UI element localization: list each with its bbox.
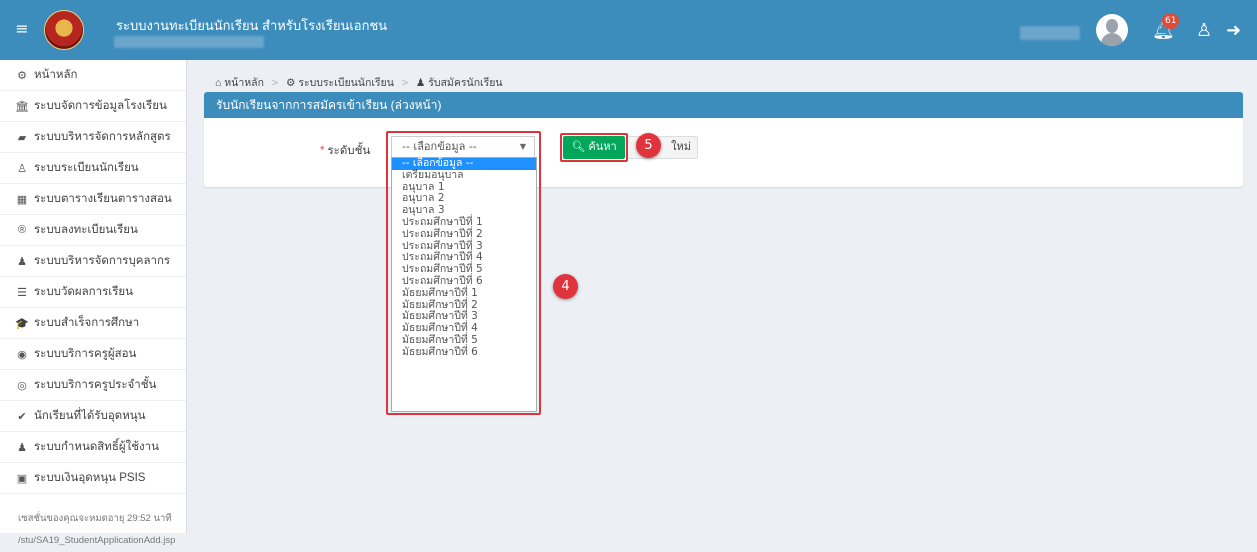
dropdown-option[interactable]: มัธยมศึกษาปีที่ 6 bbox=[392, 346, 536, 359]
breadcrumb-home[interactable]: หน้าหลัก bbox=[224, 77, 264, 89]
hamburger-icon[interactable]: ≡ bbox=[12, 18, 32, 40]
home-icon: ⌂ bbox=[215, 77, 225, 89]
top-header: ≡ ระบบงานทะเบียนนักเรียน สำหรับโรงเรียนเ… bbox=[0, 0, 1257, 60]
form-panel: รับนักเรียนจากการสมัครเข้าเรียน (ล่วงหน้… bbox=[204, 92, 1243, 187]
panel-title: รับนักเรียนจากการสมัครเข้าเรียน (ล่วงหน้… bbox=[204, 92, 1243, 118]
select-value: -- เลือกข้อมูล -- bbox=[402, 140, 477, 153]
avatar[interactable] bbox=[1096, 14, 1128, 46]
dropdown-option[interactable]: เตรียมอนุบาล bbox=[392, 169, 536, 182]
sidebar-item[interactable]: ☰ ระบบวัดผลการเรียน bbox=[0, 277, 186, 308]
sidebar-item-label: ระบบบริหารจัดการหลักสูตร bbox=[34, 131, 171, 143]
sidebar-item-label: ระบบวัดผลการเรียน bbox=[34, 286, 133, 298]
breadcrumb-section[interactable]: ระบบระเบียนนักเรียน bbox=[298, 77, 394, 89]
search-icon: 🔍︎ bbox=[571, 141, 589, 153]
user-icon[interactable]: ♙ bbox=[1196, 20, 1212, 41]
sidebar-item[interactable]: 🏛 ระบบจัดการข้อมูลโรงเรียน bbox=[0, 91, 186, 122]
sidebar-item-icon: ♟ bbox=[17, 255, 27, 268]
sidebar-item[interactable]: ▣ ระบบเงินอุดหนุน PSIS bbox=[0, 463, 186, 494]
sidebar-item-icon: ♟ bbox=[17, 441, 27, 454]
sidebar-item-label: ระบบจัดการข้อมูลโรงเรียน bbox=[34, 100, 167, 112]
sidebar-item-label: ระบบตารางเรียนตารางสอน bbox=[34, 193, 172, 205]
callout-step-4: 4 bbox=[553, 274, 578, 299]
dropdown-option[interactable]: ประถมศึกษาปีที่ 1 bbox=[392, 216, 536, 229]
sidebar-item-icon: ® bbox=[17, 224, 27, 236]
sidebar-item-label: ระบบเงินอุดหนุน PSIS bbox=[34, 472, 146, 484]
sidebar-item-label: ระบบลงทะเบียนเรียน bbox=[34, 224, 138, 236]
gears-icon: ⚙ bbox=[285, 77, 299, 89]
sidebar-item[interactable]: ✔ นักเรียนที่ได้รับอุดหนุน bbox=[0, 401, 186, 432]
breadcrumb-current: รับสมัครนักเรียน bbox=[428, 77, 503, 89]
sidebar-item-label: ระบบบริการครูประจำชั้น bbox=[34, 379, 157, 391]
sidebar-item-label: ระบบบริหารจัดการบุคลากร bbox=[34, 255, 171, 267]
sidebar: ⚙ หน้าหลัก 🏛 ระบบจัดการข้อมูลโรงเรียน ▰ ระบบบ… bbox=[0, 60, 187, 546]
app-title: ระบบงานทะเบียนนักเรียน สำหรับโรงเรียนเอก… bbox=[116, 18, 388, 33]
sidebar-item-icon: ☰ bbox=[17, 286, 27, 299]
sidebar-item-label: ระบบกำหนดสิทธิ์ผู้ใช้งาน bbox=[34, 441, 159, 453]
sidebar-item-icon: 🎓 bbox=[15, 317, 29, 330]
dropdown-option[interactable]: มัธยมศึกษาปีที่ 1 bbox=[392, 287, 536, 300]
sidebar-item-icon: ◉ bbox=[17, 348, 27, 361]
sidebar-item[interactable]: ♟ ระบบกำหนดสิทธิ์ผู้ใช้งาน bbox=[0, 432, 186, 463]
page-path: /stu/SA19_StudentApplicationAdd.jsp bbox=[18, 535, 176, 546]
sidebar-item-label: ระบบสำเร็จการศึกษา bbox=[34, 317, 140, 329]
sidebar-item[interactable]: ▰ ระบบบริหารจัดการหลักสูตร bbox=[0, 122, 186, 153]
level-label: * ระดับชั้น bbox=[320, 145, 371, 157]
school-name-redacted bbox=[114, 36, 264, 48]
sidebar-item[interactable]: ♟ ระบบบริหารจัดการบุคลากร bbox=[0, 246, 186, 277]
school-logo bbox=[44, 10, 84, 50]
sidebar-item-icon: ♙ bbox=[17, 162, 27, 175]
required-mark: * bbox=[320, 145, 325, 157]
dropdown-option[interactable]: ประถมศึกษาปีที่ 2 bbox=[392, 228, 536, 241]
sidebar-item-label: นักเรียนที่ได้รับอุดหนุน bbox=[34, 410, 146, 422]
search-button[interactable]: 🔍︎ ค้นหา bbox=[563, 136, 625, 159]
sidebar-item-icon: ▰ bbox=[17, 131, 27, 144]
notification-badge: 61 bbox=[1162, 13, 1180, 29]
dropdown-option[interactable]: ประถมศึกษาปีที่ 6 bbox=[392, 275, 536, 288]
sidebar-item-icon: ✔ bbox=[17, 410, 27, 423]
sidebar-item-label: ระบบบริการครูผู้สอน bbox=[34, 348, 137, 360]
level-dropdown-list: -- เลือกข้อมูล -- เตรียมอนุบาล อนุบาล 1 อนุ… bbox=[391, 157, 537, 412]
sidebar-item-icon: ▣ bbox=[16, 472, 28, 485]
sidebar-item-icon: 🏛 bbox=[15, 100, 29, 113]
sidebar-item-icon: ⚙ bbox=[17, 69, 27, 82]
sidebar-item[interactable]: ◉ ระบบบริการครูผู้สอน bbox=[0, 339, 186, 370]
level-select[interactable]: -- เลือกข้อมูล -- ▼ bbox=[391, 136, 535, 158]
callout-step-5: 5 bbox=[636, 133, 661, 158]
user-name-redacted bbox=[1020, 26, 1080, 40]
sidebar-item[interactable]: 🎓 ระบบสำเร็จการศึกษา bbox=[0, 308, 186, 339]
sidebar-item[interactable]: ® ระบบลงทะเบียนเรียน bbox=[0, 215, 186, 246]
sidebar-item[interactable]: ⚙ หน้าหลัก bbox=[0, 60, 186, 91]
sidebar-item-label: หน้าหลัก bbox=[34, 69, 78, 81]
breadcrumb: ⌂ หน้าหลัก > ⚙ ระบบระเบียนนักเรียน > ♟ ร… bbox=[215, 77, 503, 89]
dropdown-option[interactable]: มัธยมศึกษาปีที่ 5 bbox=[392, 334, 536, 347]
sidebar-item[interactable]: ♙ ระบบระเบียนนักเรียน bbox=[0, 153, 186, 184]
users-icon: ♟ bbox=[415, 77, 429, 89]
sidebar-item[interactable]: ◎ ระบบบริการครูประจำชั้น bbox=[0, 370, 186, 401]
sidebar-item-icon: ◎ bbox=[17, 379, 27, 392]
session-note: เซสชั่นของคุณจะหมดอายุ 29:52 นาที bbox=[18, 513, 172, 524]
sidebar-item[interactable]: ▦ ระบบตารางเรียนตารางสอน bbox=[0, 184, 186, 215]
sidebar-item-label: ระบบระเบียนนักเรียน bbox=[34, 162, 139, 174]
sign-out-icon[interactable]: ➜ bbox=[1226, 20, 1241, 41]
chevron-down-icon: ▼ bbox=[519, 142, 526, 151]
sidebar-item-icon: ▦ bbox=[16, 193, 28, 206]
